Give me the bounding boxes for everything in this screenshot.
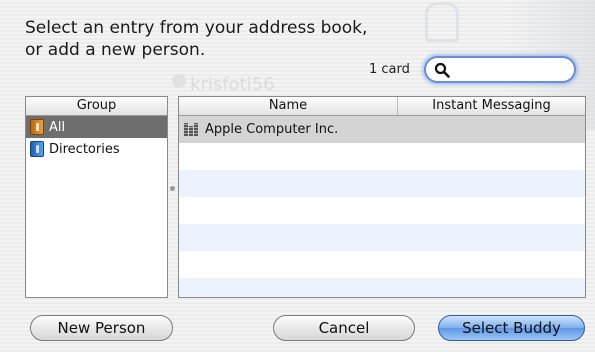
table-row[interactable]: Apple Computer Inc. [179,116,585,143]
cell-name: Apple Computer Inc. [179,122,338,137]
split-view-handle[interactable] [170,186,175,191]
table-row-empty [179,197,585,224]
column-header-instant-messaging[interactable]: Instant Messaging [398,97,585,115]
group-list: Group All Directories [25,96,168,298]
table-row-empty [179,224,585,251]
company-building-icon [184,123,200,136]
address-book-orange-icon [30,119,44,135]
select-buddy-button[interactable]: Select Buddy [438,315,585,341]
search-input[interactable] [456,61,570,81]
background-status-icon [172,74,186,88]
instructions-line-1: Select an entry from your address book, [25,18,368,38]
table-row-empty [179,143,585,170]
column-header-name[interactable]: Name [179,97,398,115]
background-ghost-text: krisfoti56 [190,74,275,95]
address-book-blue-icon [30,141,44,157]
group-column-header[interactable]: Group [26,97,167,116]
table-row-empty [179,251,585,278]
group-item-label: All [49,119,66,135]
select-buddy-sheet: krisfoti56 Select an entry from your add… [0,0,595,352]
instructions-text: Select an entry from your address book, … [25,17,405,61]
table-header: Name Instant Messaging [179,97,585,116]
group-item-all[interactable]: All [26,116,167,138]
card-count-label: 1 card [369,62,410,77]
table-row-empty [179,278,585,297]
magnifier-icon [434,62,450,78]
table-row-empty [179,170,585,197]
people-table: Name Instant Messaging Apple Computer In… [178,96,586,298]
row-name-text: Apple Computer Inc. [205,122,339,137]
background-person-icon [425,2,459,42]
cancel-button[interactable]: Cancel [273,315,415,341]
group-item-label: Directories [49,141,120,157]
instructions-line-2: or add a new person. [25,40,206,60]
search-field[interactable] [424,56,576,83]
new-person-button[interactable]: New Person [30,315,173,341]
group-item-directories[interactable]: Directories [26,138,167,160]
